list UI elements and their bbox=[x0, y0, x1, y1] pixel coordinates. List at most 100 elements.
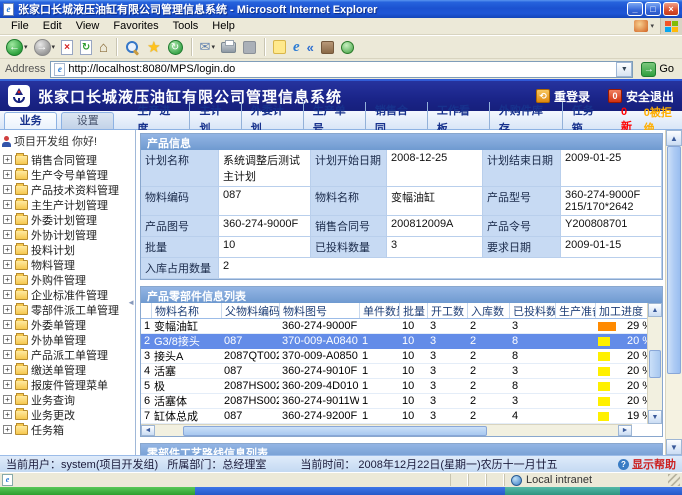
expand-icon[interactable]: + bbox=[3, 260, 12, 269]
tree-item[interactable]: + 主生产计划管理 bbox=[0, 197, 135, 212]
tree-item[interactable]: + 外购件管理 bbox=[0, 272, 135, 287]
sidebar-collapse-handle[interactable]: ◄ bbox=[127, 298, 135, 307]
expand-icon[interactable]: + bbox=[3, 425, 12, 434]
search-button[interactable] bbox=[123, 39, 143, 56]
tree-item[interactable]: + 任务箱 bbox=[0, 422, 135, 437]
resize-grip[interactable] bbox=[668, 474, 680, 486]
taskbar-button-fragment[interactable] bbox=[505, 487, 620, 495]
tree-item[interactable]: + 外协计划管理 bbox=[0, 227, 135, 242]
parts-table-row[interactable]: 2 G3/8接头 087 370-009-A0840 1 10 3 2 8 bbox=[141, 334, 647, 349]
messenger-button[interactable] bbox=[339, 40, 357, 55]
address-dropdown[interactable]: ▼ bbox=[616, 62, 632, 77]
tree-item[interactable]: + 外委计划管理 bbox=[0, 212, 135, 227]
tree-item[interactable]: + 生产令号单管理 bbox=[0, 167, 135, 182]
parts-table-row[interactable]: 4 活塞 087 360-274-9010F 1 10 3 2 3 bbox=[141, 364, 647, 379]
expand-icon[interactable]: + bbox=[3, 185, 12, 194]
parts-table-row[interactable]: 5 极 2087HS002 360-209-4D010 1 10 3 2 8 bbox=[141, 379, 647, 394]
maximize-button[interactable]: □ bbox=[645, 2, 661, 16]
scroll-down-icon[interactable]: ▼ bbox=[648, 410, 662, 424]
scroll-left-icon[interactable]: ◄ bbox=[141, 425, 155, 436]
favorites-button[interactable]: ★ bbox=[145, 37, 163, 57]
expand-icon[interactable]: + bbox=[3, 170, 12, 179]
refresh-button[interactable]: ↻ bbox=[78, 39, 95, 56]
ie-button[interactable]: e bbox=[291, 38, 303, 57]
scroll-up-icon[interactable]: ▲ bbox=[666, 130, 682, 146]
close-button[interactable]: × bbox=[663, 2, 679, 16]
tree-item[interactable]: + 外协单管理 bbox=[0, 332, 135, 347]
windows-taskbar[interactable] bbox=[0, 487, 682, 495]
tree-item[interactable]: + 企业标准件管理 bbox=[0, 287, 135, 302]
menu-item[interactable]: Tools bbox=[166, 19, 206, 33]
field-label: 要求日期 bbox=[483, 237, 561, 258]
toolbar-separator[interactable] bbox=[191, 38, 193, 56]
tree-item[interactable]: + 销售合同管理 bbox=[0, 152, 135, 167]
expand-icon[interactable]: + bbox=[3, 320, 12, 329]
scroll-up-icon[interactable]: ▲ bbox=[648, 303, 662, 317]
expand-icon[interactable]: + bbox=[3, 305, 12, 314]
expand-icon[interactable]: + bbox=[3, 290, 12, 299]
tree-item[interactable]: + 物料管理 bbox=[0, 257, 135, 272]
expand-icon[interactable]: + bbox=[3, 155, 12, 164]
progress-fill bbox=[598, 397, 610, 406]
expand-icon[interactable]: + bbox=[3, 395, 12, 404]
back-button[interactable]: ← ▾ bbox=[4, 38, 30, 57]
minimize-button[interactable]: _ bbox=[627, 2, 643, 16]
scrollbar-thumb[interactable] bbox=[667, 146, 681, 374]
tab-settings[interactable]: 设置 bbox=[61, 112, 114, 129]
toolbar-separator[interactable] bbox=[116, 38, 118, 56]
menu-item[interactable]: Edit bbox=[36, 19, 69, 33]
edit-button[interactable] bbox=[241, 40, 259, 55]
parts-table-row[interactable]: 7 缸体总成 087 360-274-9200F 1 10 3 2 4 bbox=[141, 409, 647, 424]
scroll-down-icon[interactable]: ▼ bbox=[666, 439, 682, 455]
expand-icon[interactable]: + bbox=[3, 335, 12, 344]
tree-item[interactable]: + 报废件管理菜单 bbox=[0, 377, 135, 392]
flashget-button[interactable]: « bbox=[305, 39, 317, 56]
tree-item[interactable]: + 缴送单管理 bbox=[0, 362, 135, 377]
menu-item[interactable]: Help bbox=[205, 19, 242, 33]
address-input[interactable] bbox=[68, 63, 616, 75]
tree-item[interactable]: + 零部件派工单管理 bbox=[0, 302, 135, 317]
mail-button[interactable]: ✉ ▾ bbox=[198, 38, 217, 56]
tree-item[interactable]: + 业务更改 bbox=[0, 407, 135, 422]
horizontal-scrollbar[interactable]: ◄ ► bbox=[141, 424, 632, 436]
expand-icon[interactable]: + bbox=[3, 215, 12, 224]
tree-item[interactable]: + 外委单管理 bbox=[0, 317, 135, 332]
expand-icon[interactable]: + bbox=[3, 245, 12, 254]
expand-icon[interactable]: + bbox=[3, 380, 12, 389]
home-button[interactable]: ⌂ bbox=[97, 38, 111, 57]
menu-item[interactable]: View bbox=[69, 19, 107, 33]
scroll-right-icon[interactable]: ► bbox=[618, 425, 632, 436]
tab-business[interactable]: 业务 bbox=[4, 112, 57, 129]
expand-icon[interactable]: + bbox=[3, 275, 12, 284]
tool-button[interactable] bbox=[319, 40, 337, 55]
parts-table-row[interactable]: 3 接头A 2087QT002 370-009-A0850 1 10 3 2 8 bbox=[141, 349, 647, 364]
expand-icon[interactable]: + bbox=[3, 365, 12, 374]
expand-icon[interactable]: + bbox=[3, 350, 12, 359]
parts-table-row[interactable]: 6 活塞体 2087HS002 360-274-9011W 1 10 3 2 3 bbox=[141, 394, 647, 409]
table-vertical-scrollbar[interactable]: ▲ ▼ bbox=[647, 303, 662, 424]
go-button[interactable]: → Go bbox=[636, 62, 679, 77]
forward-button[interactable]: → ▾ bbox=[32, 38, 58, 57]
parts-table-row[interactable]: 1 变幅油缸 360-274-9000F 10 3 2 3 bbox=[141, 319, 647, 334]
expand-icon[interactable]: + bbox=[3, 200, 12, 209]
start-button-fragment[interactable] bbox=[0, 487, 195, 495]
notes-button[interactable] bbox=[271, 39, 289, 55]
toolbar-separator[interactable] bbox=[264, 38, 266, 56]
tree-item[interactable]: + 业务查询 bbox=[0, 392, 135, 407]
scrollbar-thumb[interactable] bbox=[649, 350, 661, 378]
scrollbar-thumb[interactable] bbox=[183, 426, 487, 436]
history-button[interactable]: ↻ bbox=[166, 39, 186, 56]
menu-item[interactable]: Favorites bbox=[106, 19, 165, 33]
page-vertical-scrollbar[interactable]: ▲ ▼ bbox=[665, 130, 682, 455]
tree-item[interactable]: + 产品派工单管理 bbox=[0, 347, 135, 362]
tree-item[interactable]: + 产品技术资料管理 bbox=[0, 182, 135, 197]
stop-button[interactable]: × bbox=[59, 39, 76, 56]
logout-button[interactable]: 0 安全退出 bbox=[608, 88, 674, 105]
print-button[interactable] bbox=[219, 41, 239, 54]
brand-dropdown-icon[interactable]: ▾ bbox=[650, 22, 654, 30]
menu-item[interactable]: File bbox=[4, 19, 36, 33]
tree-item[interactable]: + 投料计划 bbox=[0, 242, 135, 257]
expand-icon[interactable]: + bbox=[3, 410, 12, 419]
show-help-link[interactable]: ? 显示帮助 bbox=[618, 456, 676, 472]
expand-icon[interactable]: + bbox=[3, 230, 12, 239]
